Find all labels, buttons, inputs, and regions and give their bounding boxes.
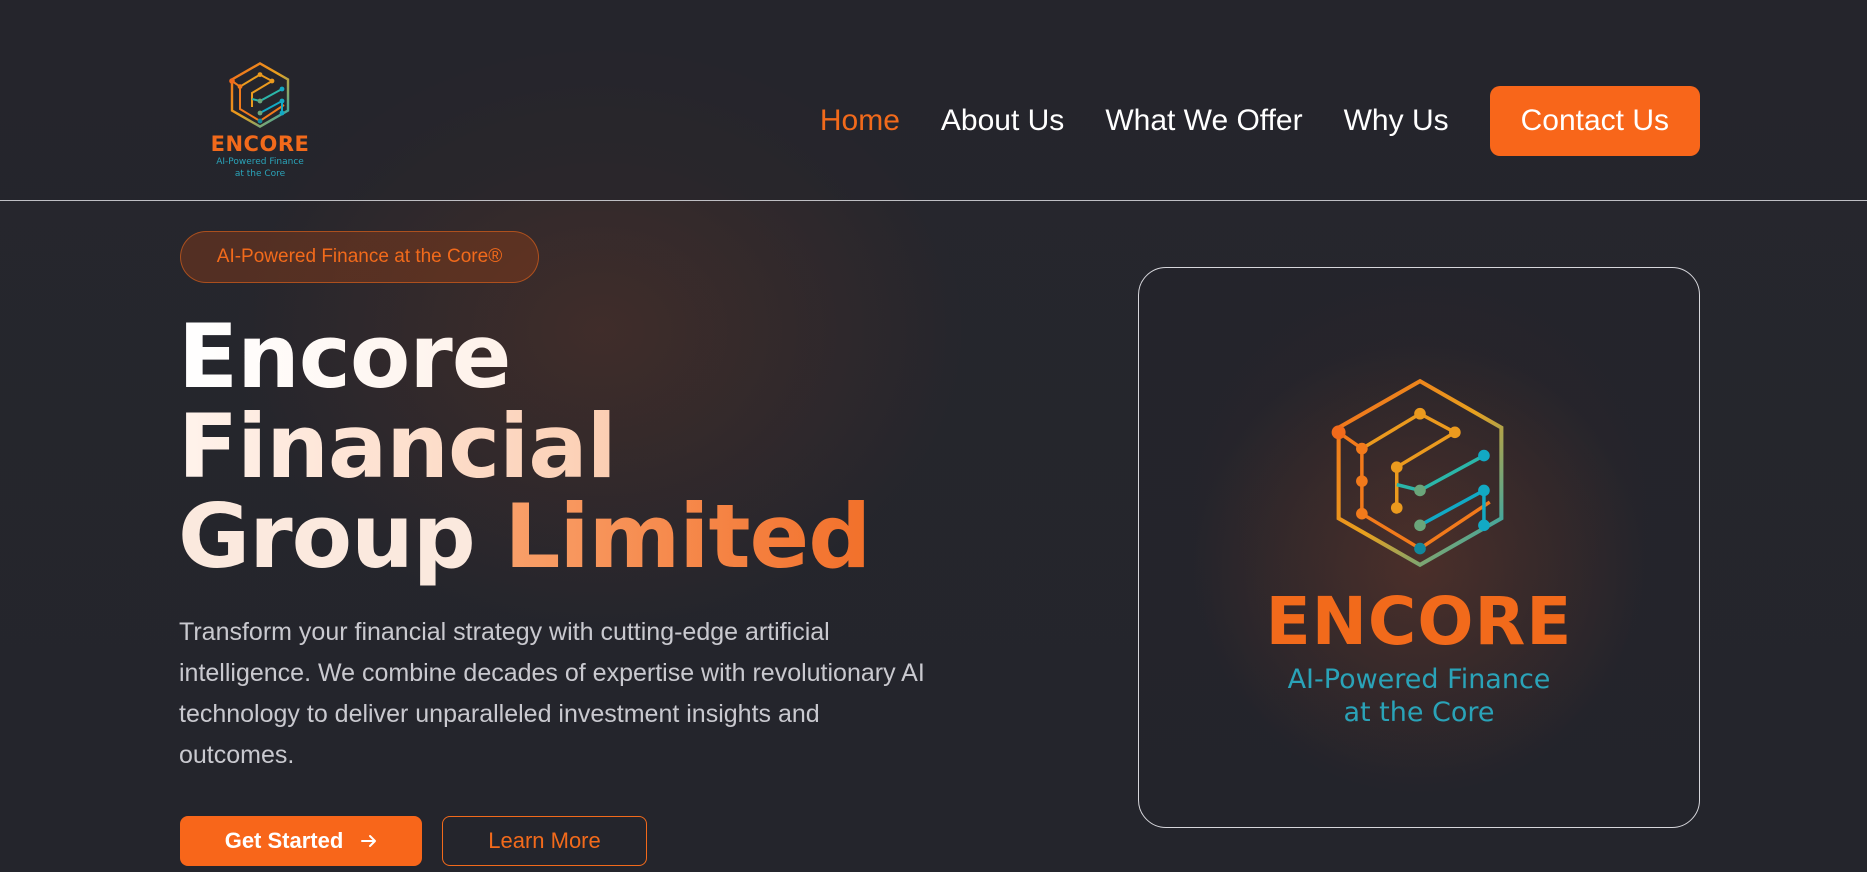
headline-word-limited: Limited	[504, 485, 871, 588]
hero-headline: Encore Financial Group Limited	[178, 312, 871, 582]
contact-us-button[interactable]: Contact Us	[1489, 86, 1700, 156]
card-logo: ENCORE AI-Powered Finance at the Core	[1139, 268, 1699, 827]
card-brand: ENCORE	[1265, 583, 1573, 660]
get-started-button[interactable]: Get Started	[180, 816, 422, 866]
hexagon-circuit-logo-icon	[1331, 378, 1504, 568]
learn-more-button[interactable]: Learn More	[442, 816, 647, 866]
hero-description: Transform your financial strategy with c…	[179, 618, 925, 769]
header-logo[interactable]: ENCORE AI-Powered Finance at the Core	[205, 60, 315, 185]
hero-badge: AI-Powered Finance at the Core®	[180, 231, 539, 283]
card-tagline-1: AI-Powered Finance	[1287, 664, 1551, 695]
card-tagline-2: at the Core	[1343, 697, 1495, 728]
headline-line-2: Financial	[178, 402, 870, 492]
headline-word-group: Group	[178, 485, 476, 588]
headline-line-3: Group Limited	[178, 492, 871, 582]
nav-why-us[interactable]: Why Us	[1344, 104, 1449, 138]
hexagon-circuit-logo-icon	[229, 62, 290, 128]
header-logo-brand: ENCORE	[210, 132, 310, 156]
nav-about-us[interactable]: About Us	[941, 104, 1064, 138]
get-started-label: Get Started	[224, 828, 344, 853]
header-logo-tagline-2: at the Core	[234, 169, 286, 179]
brand-card: ENCORE AI-Powered Finance at the Core	[1138, 267, 1700, 828]
nav-home[interactable]: Home	[820, 104, 900, 138]
headline-line-1: Encore	[178, 312, 870, 402]
arrow-right-icon	[361, 828, 377, 854]
main-nav: Home About Us What We Offer Why Us Conta…	[820, 86, 1700, 156]
nav-what-we-offer[interactable]: What We Offer	[1105, 104, 1302, 138]
site-header: ENCORE AI-Powered Finance at the Core Ho…	[0, 0, 1867, 201]
card-tagline: AI-Powered Finance at the Core	[1139, 663, 1699, 729]
header-logo-tagline-1: AI-Powered Finance	[216, 157, 304, 167]
